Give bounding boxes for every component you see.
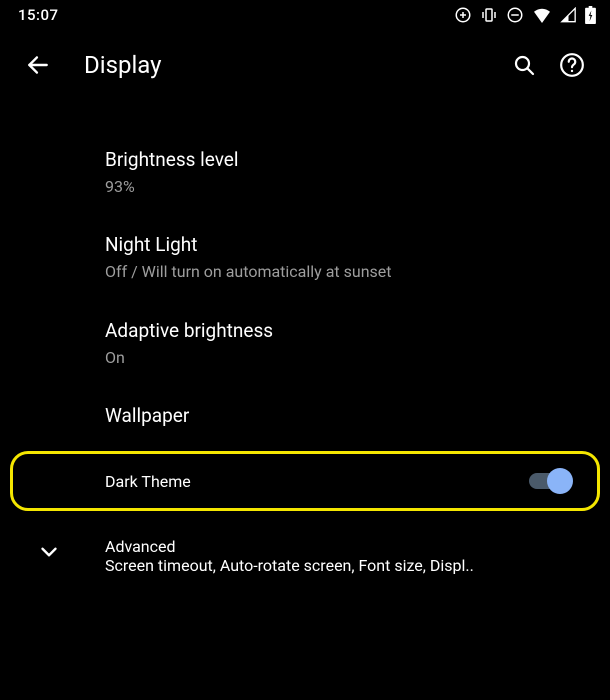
item-title: Dark Theme — [105, 472, 191, 491]
item-title: Wallpaper — [105, 404, 586, 429]
item-title: Advanced — [105, 537, 586, 556]
wifi-icon — [532, 7, 552, 23]
item-subtitle: On — [105, 348, 586, 369]
status-time: 15:07 — [18, 6, 59, 24]
item-title: Brightness level — [105, 148, 586, 173]
night-light-item[interactable]: Night Light Off / Will turn on automatic… — [0, 215, 610, 300]
search-button[interactable] — [500, 41, 548, 89]
adaptive-brightness-item[interactable]: Adaptive brightness On — [0, 301, 610, 386]
battery-charging-icon — [585, 6, 596, 24]
help-icon — [559, 52, 585, 78]
item-subtitle: Screen timeout, Auto-rotate screen, Font… — [105, 556, 586, 575]
vibrate-icon — [480, 6, 498, 24]
item-title: Night Light — [105, 233, 586, 258]
do-not-disturb-icon — [506, 6, 524, 24]
expand-more-icon — [36, 539, 62, 569]
dark-theme-item[interactable]: Dark Theme — [10, 451, 600, 511]
dark-theme-toggle[interactable] — [529, 468, 573, 494]
help-button[interactable] — [548, 41, 596, 89]
cellular-signal-icon — [560, 7, 577, 23]
status-bar: 15:07 — [0, 0, 610, 30]
item-subtitle: Off / Will turn on automatically at suns… — [105, 262, 586, 283]
item-title: Adaptive brightness — [105, 319, 586, 344]
arrow-back-icon — [25, 52, 51, 78]
app-bar: Display — [0, 30, 610, 100]
item-subtitle: 93% — [105, 177, 586, 198]
switch-thumb — [547, 468, 573, 494]
wallpaper-item[interactable]: Wallpaper — [0, 386, 610, 447]
search-icon — [512, 53, 536, 77]
brightness-level-item[interactable]: Brightness level 93% — [0, 130, 610, 215]
back-button[interactable] — [14, 41, 62, 89]
status-icons — [454, 6, 596, 24]
settings-list: Brightness level 93% Night Light Off / W… — [0, 100, 610, 593]
add-alarm-icon — [454, 6, 472, 24]
advanced-item[interactable]: Advanced Screen timeout, Auto-rotate scr… — [0, 515, 610, 593]
page-title: Display — [84, 51, 500, 79]
